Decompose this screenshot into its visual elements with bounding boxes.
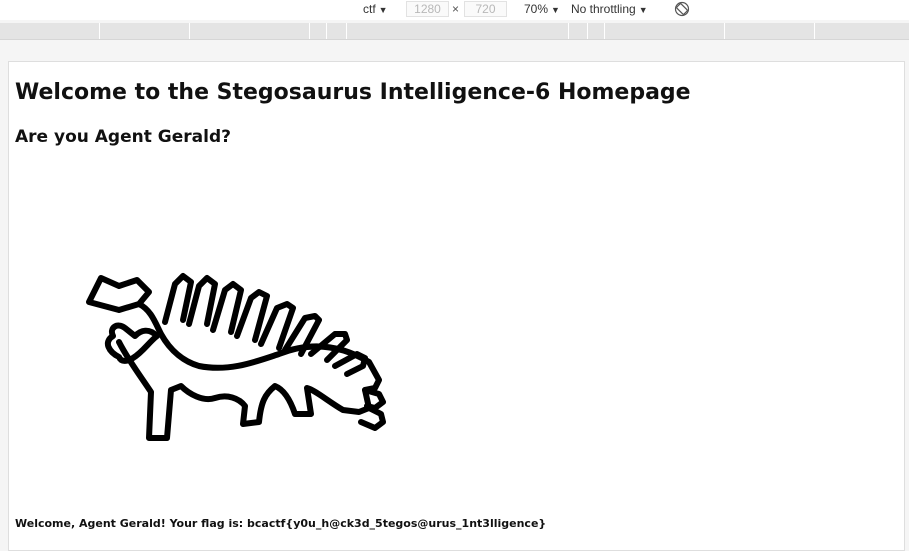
flag-message: Welcome, Agent Gerald! Your flag is: bca… (15, 517, 547, 530)
ruler-segment[interactable] (724, 23, 815, 39)
throttling-dropdown-icon: ▼ (638, 5, 648, 15)
viewport-width-input[interactable] (406, 1, 449, 17)
media-query-ruler[interactable] (0, 23, 909, 40)
device-select[interactable]: ctf ▼ (363, 2, 388, 16)
zoom-label: 70% (524, 2, 549, 16)
device-dropdown-icon: ▼ (378, 5, 388, 15)
throttling-select[interactable]: No throttling ▼ (571, 2, 648, 16)
ruler-segment[interactable] (309, 23, 327, 39)
ruler-segment[interactable] (99, 23, 190, 39)
page-viewport: Welcome to the Stegosaurus Intelligence-… (8, 61, 905, 551)
page-subtitle: Are you Agent Gerald? (15, 127, 231, 147)
ruler-segment[interactable] (814, 23, 909, 39)
throttling-label: No throttling (571, 2, 636, 16)
zoom-select[interactable]: 70% ▼ (524, 2, 560, 16)
stegosaurus-image (86, 273, 386, 441)
devtools-toolbar: ctf▼ × 70%▼ No throttling▼ (0, 0, 909, 20)
dimension-separator: × (452, 2, 460, 16)
ruler-segment[interactable] (346, 23, 569, 39)
page-title: Welcome to the Stegosaurus Intelligence-… (15, 80, 691, 105)
device-label: ctf (363, 2, 376, 16)
ruler-segment[interactable] (189, 23, 310, 39)
rotate-icon[interactable] (674, 1, 690, 17)
zoom-dropdown-icon: ▼ (551, 5, 560, 15)
ruler-segment[interactable] (568, 23, 588, 39)
ruler-segment[interactable] (326, 23, 347, 39)
viewport-height-input[interactable] (464, 1, 507, 17)
ruler-segment[interactable] (587, 23, 605, 39)
ruler-segment[interactable] (604, 23, 725, 39)
